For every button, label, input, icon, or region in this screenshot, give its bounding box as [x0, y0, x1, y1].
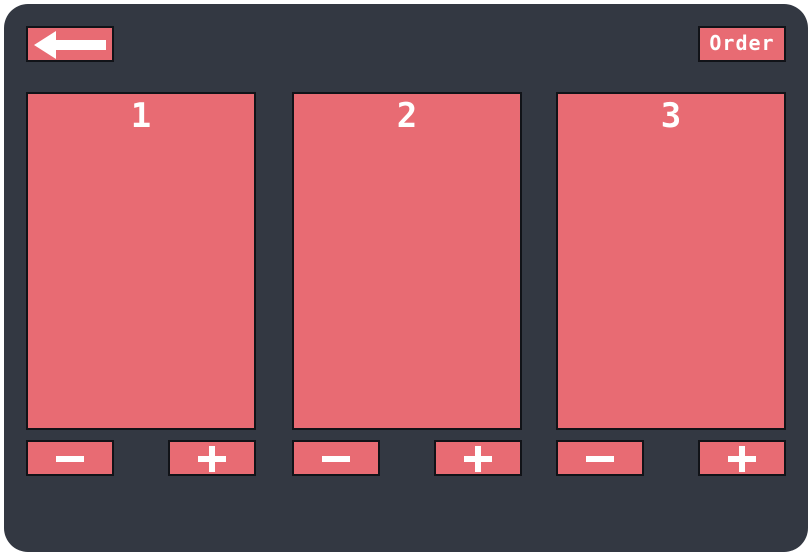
increment-button-2[interactable]	[434, 440, 522, 476]
app-screen: Order 1 2 3	[4, 4, 808, 552]
slot-panel-3: 3	[556, 92, 786, 430]
plus-icon	[464, 446, 492, 472]
decrement-button-2[interactable]	[292, 440, 380, 476]
slot-panel-1: 1	[26, 92, 256, 430]
minus-icon	[322, 456, 350, 462]
panel-number: 2	[396, 96, 418, 136]
slot-panel-2: 2	[292, 92, 522, 430]
plus-icon	[198, 446, 226, 472]
arrow-left-icon	[34, 31, 106, 59]
plus-icon	[728, 446, 756, 472]
panel-number: 3	[660, 96, 682, 136]
panel-number: 1	[130, 96, 152, 136]
minus-icon	[56, 456, 84, 462]
back-button[interactable]	[26, 26, 114, 62]
minus-icon	[586, 456, 614, 462]
order-button[interactable]: Order	[698, 26, 786, 62]
decrement-button-1[interactable]	[26, 440, 114, 476]
increment-button-1[interactable]	[168, 440, 256, 476]
decrement-button-3[interactable]	[556, 440, 644, 476]
increment-button-3[interactable]	[698, 440, 786, 476]
